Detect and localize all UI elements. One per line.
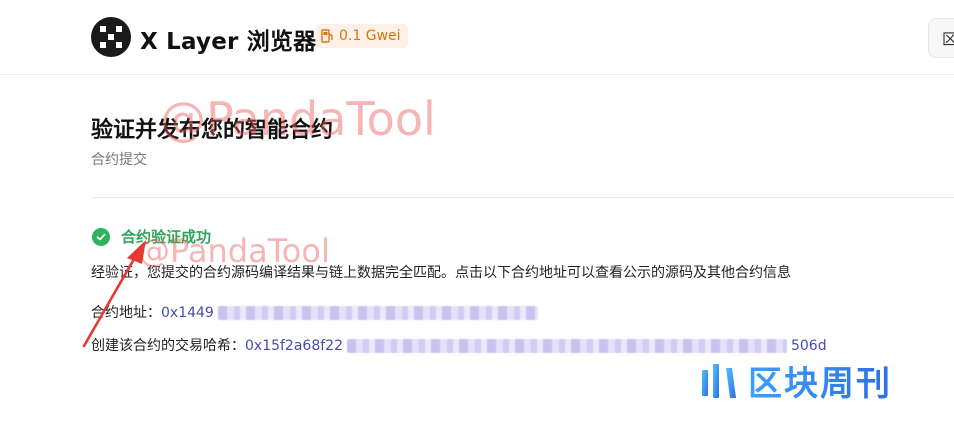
- creation-tx-row: 创建该合约的交易哈希：0x15f2a68f22 506d: [91, 335, 827, 355]
- creation-tx-suffix: 506d: [790, 338, 827, 354]
- arrow-annotation-icon: [82, 240, 146, 348]
- brand-title[interactable]: X Layer 浏览器: [140, 22, 316, 56]
- contract-address-value: 0x1449: [161, 305, 214, 321]
- gas-price-value: 0.1 Gwei: [339, 28, 401, 44]
- gas-price-badge[interactable]: 0.1 Gwei: [316, 24, 408, 48]
- header-action-button[interactable]: 区: [928, 18, 954, 58]
- brand-stamp: 区块周刊: [700, 356, 892, 405]
- creation-tx-prefix: 0x15f2a68f22: [245, 338, 343, 354]
- brand-stamp-text: 区块周刊: [748, 356, 892, 405]
- section-divider: [91, 197, 954, 198]
- header-action-label: 区: [942, 30, 954, 48]
- contract-address-link[interactable]: 0x1449: [161, 305, 538, 321]
- brand-stamp-icon: [702, 363, 736, 398]
- top-header: X Layer 浏览器 0.1 Gwei 区: [0, 0, 954, 75]
- creation-tx-link[interactable]: 0x15f2a68f22 506d: [245, 338, 827, 354]
- gas-pump-icon: [321, 29, 334, 43]
- redacted-address: [217, 306, 538, 320]
- redacted-tx-hash: [346, 339, 787, 353]
- watermark-middle: @PandaTool: [138, 232, 330, 270]
- page-subtitle: 合约提交: [91, 152, 147, 168]
- watermark-top: @PandaTool: [160, 92, 436, 146]
- okx-logo-icon[interactable]: [91, 17, 131, 57]
